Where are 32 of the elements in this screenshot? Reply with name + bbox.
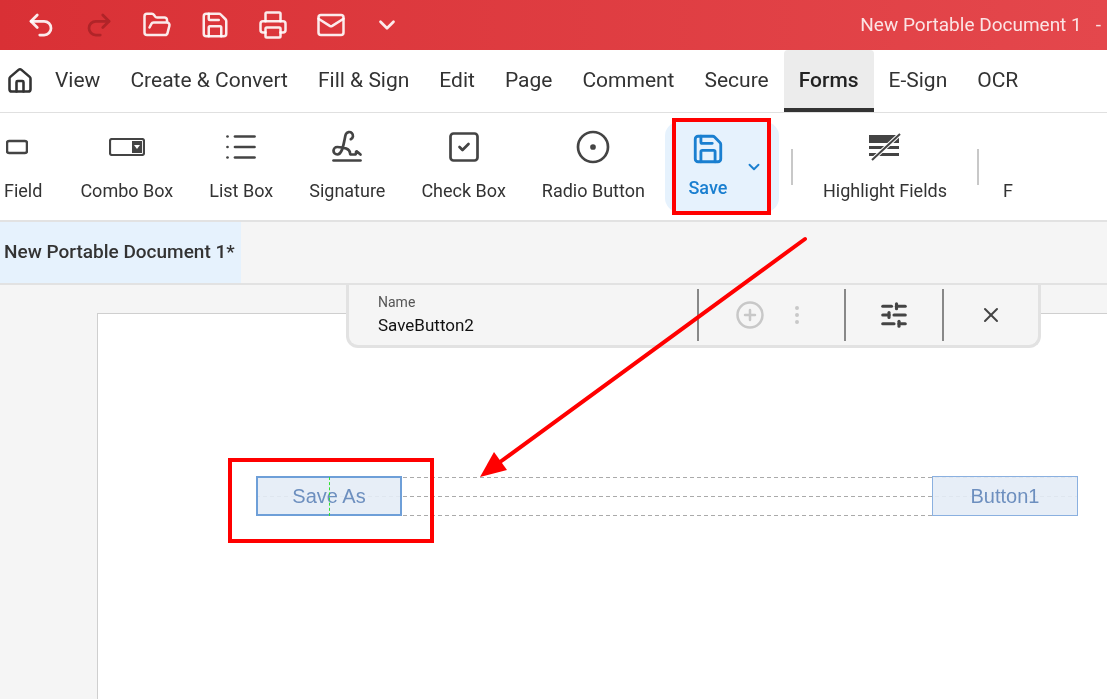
ribbon-tool-button[interactable]: Radio Button <box>523 129 663 204</box>
menu-tab[interactable]: OCR <box>962 50 1034 112</box>
ribbon-tool-button[interactable]: Highlight Fields <box>804 129 965 204</box>
home-icon[interactable] <box>6 67 34 95</box>
settings-icon[interactable] <box>879 300 909 330</box>
ribbon-tool-button[interactable]: Signature <box>291 129 404 204</box>
print-icon[interactable] <box>258 10 288 40</box>
document-tab[interactable]: New Portable Document 1* <box>0 222 241 283</box>
text-field-icon <box>6 139 29 155</box>
save-icon[interactable] <box>200 10 230 40</box>
save-split-button[interactable]: Save <box>664 121 779 212</box>
radio-icon <box>575 129 612 165</box>
ribbon-tool-button[interactable]: Field <box>0 129 63 204</box>
name-field[interactable]: SaveButton2 <box>378 312 697 339</box>
ribbon-tool-button[interactable]: Combo Box <box>62 129 192 204</box>
menu-tab[interactable]: Fill & Sign <box>302 50 425 112</box>
ribbon-tool-button[interactable]: List Box <box>191 129 292 204</box>
menu-tab[interactable]: E-Sign <box>873 50 963 112</box>
menu-tab[interactable]: Page <box>489 50 568 112</box>
menu-tab[interactable]: Create & Convert <box>115 50 303 112</box>
combo-box-icon <box>108 138 145 156</box>
highlight-fields-icon <box>866 132 903 162</box>
window-title: New Portable Document 1 <box>860 11 1082 38</box>
menu-tab[interactable]: Secure <box>689 50 784 112</box>
menu-tab[interactable]: View <box>40 50 116 112</box>
ribbon-tool-button[interactable]: F <box>991 129 1015 204</box>
save-button[interactable]: Save <box>676 122 740 211</box>
menu-tab[interactable]: Forms <box>783 50 874 112</box>
name-label: Name <box>378 292 417 312</box>
ribbon-tool-button[interactable]: Check Box <box>403 129 524 204</box>
menu-tab[interactable]: Edit <box>424 50 490 112</box>
menu-tab[interactable]: Comment <box>567 50 690 112</box>
